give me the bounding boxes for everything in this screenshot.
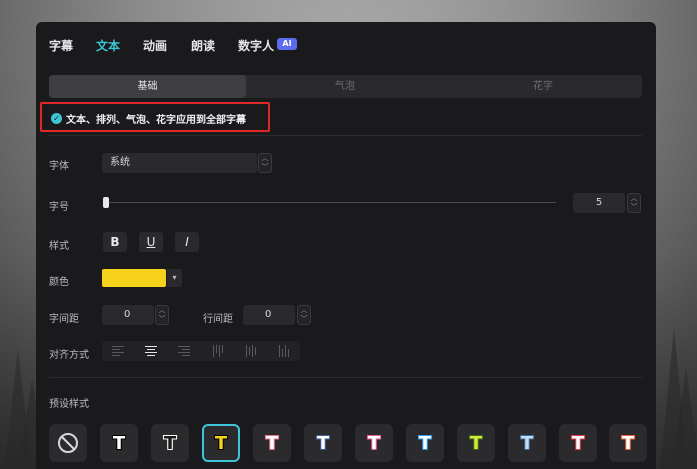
preset-blue-white[interactable]: T bbox=[304, 424, 342, 462]
vertical-align-middle-button[interactable] bbox=[234, 341, 267, 361]
divider bbox=[49, 135, 642, 136]
subtab-fancy-text[interactable]: 花字 bbox=[444, 75, 642, 98]
line-spacing-input[interactable]: 0 bbox=[243, 305, 295, 325]
italic-button[interactable]: I bbox=[175, 232, 199, 252]
char-spacing-input[interactable]: 0 bbox=[102, 305, 154, 325]
preset-orange[interactable]: T bbox=[609, 424, 647, 462]
tab-read-aloud[interactable]: 朗读 bbox=[191, 37, 215, 54]
preset-red[interactable]: T bbox=[559, 424, 597, 462]
font-stepper[interactable]: ︿ ﹀ bbox=[258, 153, 272, 173]
line-spacing-stepper[interactable]: ︿ ﹀ bbox=[297, 305, 311, 325]
align-right-button[interactable] bbox=[168, 341, 201, 361]
text-settings-panel: 字幕 文本 动画 朗读 数字人 AI 基础 气泡 花字 ✓ 文本、排列、气泡、花… bbox=[36, 22, 656, 469]
preset-lime[interactable]: T bbox=[457, 424, 495, 462]
alignment-label: 对齐方式 bbox=[49, 350, 89, 361]
size-label: 字号 bbox=[49, 202, 69, 213]
subtab-basic[interactable]: 基础 bbox=[49, 75, 246, 98]
top-tab-bar: 字幕 文本 动画 朗读 数字人 AI bbox=[36, 22, 656, 66]
preset-outline[interactable]: T bbox=[151, 424, 189, 462]
apply-all-label: 文本、排列、气泡、花字应用到全部字幕 bbox=[66, 115, 246, 126]
subtab-bubble[interactable]: 气泡 bbox=[246, 75, 444, 98]
color-label: 颜色 bbox=[49, 277, 69, 288]
divider bbox=[49, 377, 642, 378]
tab-subtitle[interactable]: 字幕 bbox=[49, 37, 73, 54]
color-dropdown-icon[interactable]: ▾ bbox=[167, 269, 182, 287]
ai-badge: AI bbox=[277, 38, 297, 50]
preset-cyan[interactable]: T bbox=[406, 424, 444, 462]
line-spacing-label: 行间距 bbox=[203, 314, 233, 325]
preset-yellow[interactable]: T bbox=[202, 424, 240, 462]
vertical-align-top-button[interactable] bbox=[201, 341, 234, 361]
size-input[interactable]: 5 bbox=[573, 193, 625, 213]
font-select[interactable]: 系统 bbox=[102, 153, 257, 173]
font-value: 系统 bbox=[110, 157, 130, 168]
tab-text[interactable]: 文本 bbox=[96, 37, 120, 54]
char-spacing-stepper[interactable]: ︿ ﹀ bbox=[155, 305, 169, 325]
size-slider-track[interactable] bbox=[106, 202, 556, 203]
no-style-icon bbox=[58, 433, 78, 453]
size-value: 5 bbox=[595, 197, 603, 208]
preset-steel[interactable]: T bbox=[508, 424, 546, 462]
preset-pink[interactable]: T bbox=[355, 424, 393, 462]
alignment-group bbox=[102, 341, 300, 361]
char-spacing-value: 0 bbox=[124, 309, 131, 320]
vertical-align-bottom-button[interactable] bbox=[267, 341, 300, 361]
tab-digital-human[interactable]: 数字人 bbox=[238, 37, 274, 54]
presets-label: 预设样式 bbox=[49, 399, 89, 410]
line-spacing-value: 0 bbox=[265, 309, 272, 320]
size-stepper[interactable]: ︿ ﹀ bbox=[627, 193, 641, 213]
char-spacing-label: 字间距 bbox=[49, 314, 79, 325]
subtab-bar: 基础 气泡 花字 bbox=[49, 75, 642, 98]
preset-white[interactable]: T bbox=[100, 424, 138, 462]
preset-none-icon[interactable] bbox=[49, 424, 87, 462]
bold-button[interactable]: B bbox=[103, 232, 127, 252]
color-swatch[interactable] bbox=[102, 269, 166, 287]
align-center-button[interactable] bbox=[135, 341, 168, 361]
font-label: 字体 bbox=[49, 161, 69, 172]
preset-pink-white[interactable]: T bbox=[253, 424, 291, 462]
underline-button[interactable]: U bbox=[139, 232, 163, 252]
align-left-button[interactable] bbox=[102, 341, 135, 361]
style-label: 样式 bbox=[49, 241, 69, 252]
background-tree bbox=[672, 369, 697, 469]
tab-animation[interactable]: 动画 bbox=[143, 37, 167, 54]
apply-all-checkbox[interactable]: ✓ bbox=[51, 113, 62, 124]
size-slider-handle[interactable] bbox=[103, 197, 109, 208]
